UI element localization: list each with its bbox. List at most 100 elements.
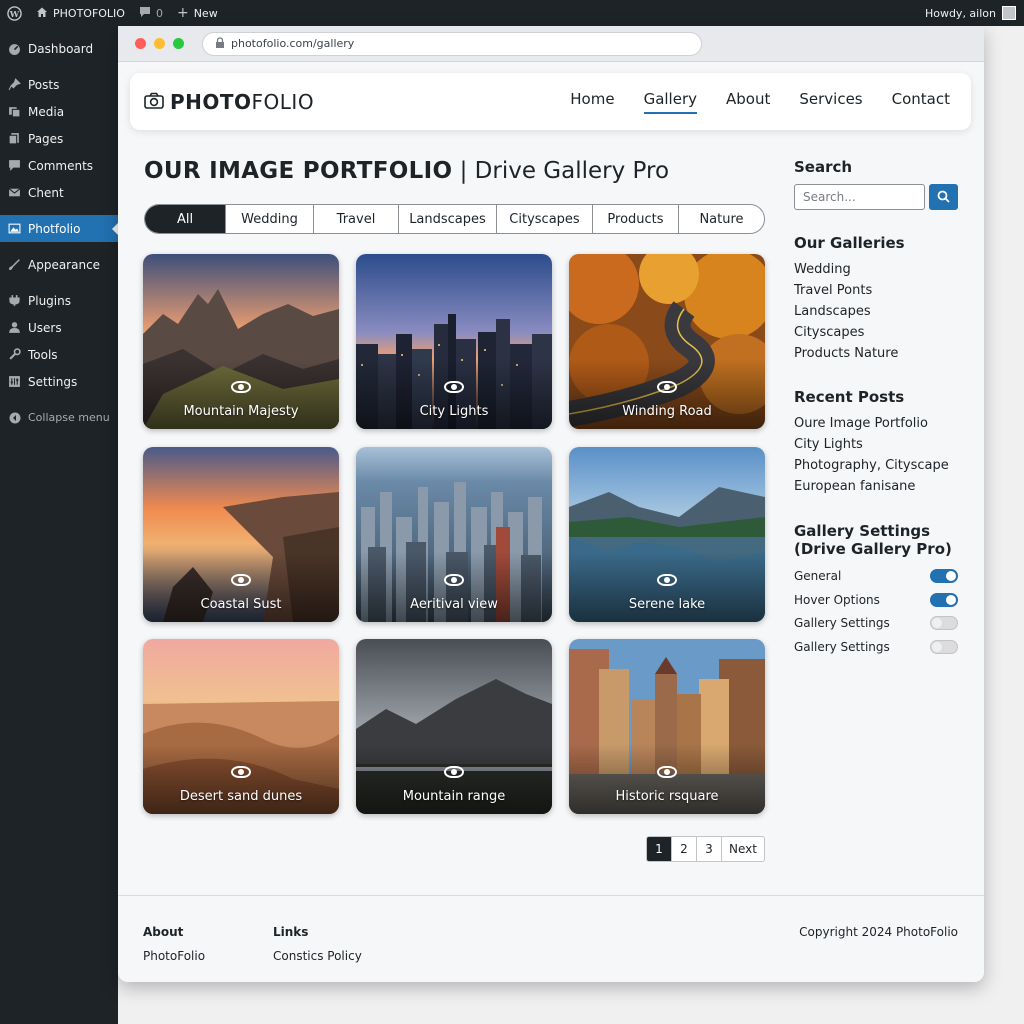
- general-toggle[interactable]: [930, 569, 958, 583]
- menu-item-comments[interactable]: Comments: [0, 152, 118, 179]
- gallery-filter-bar: All Wedding Travel Landscapes Cityscapes…: [144, 204, 765, 234]
- avatar: [1002, 6, 1016, 20]
- gallery-settings-toggle[interactable]: [930, 616, 958, 630]
- admin-bar-new[interactable]: + New: [170, 0, 225, 26]
- pages-icon: [8, 132, 21, 145]
- filter-landscapes[interactable]: Landscapes: [399, 205, 497, 233]
- menu-item-plugins[interactable]: Plugins: [0, 287, 118, 314]
- admin-bar-comments[interactable]: 0: [132, 0, 170, 26]
- address-bar[interactable]: photofolio.com/gallery: [202, 31, 702, 56]
- menu-item-pages[interactable]: Pages: [0, 125, 118, 152]
- page-2-button[interactable]: 2: [672, 837, 697, 861]
- eye-icon[interactable]: [444, 766, 464, 778]
- menu-item-users[interactable]: Users: [0, 314, 118, 341]
- setting-row-gallery-settings: Gallery Settings: [794, 616, 958, 630]
- menu-label: Settings: [28, 374, 78, 389]
- gallery-item-aerial-view[interactable]: Aeritival view: [356, 447, 552, 622]
- recent-post-link[interactable]: Oure Image Portfolio: [794, 413, 949, 434]
- eye-icon[interactable]: [657, 574, 677, 586]
- menu-label: Plugins: [28, 293, 71, 308]
- search-widget-title: Search: [794, 158, 853, 176]
- close-window-button[interactable]: [135, 38, 146, 49]
- filter-cityscapes[interactable]: Cityscapes: [497, 205, 593, 233]
- gallery-item-coastal-sust[interactable]: Coastal Sust: [143, 447, 339, 622]
- filter-wedding[interactable]: Wedding: [226, 205, 314, 233]
- gallery-item-historic-square[interactable]: Historic rsquare: [569, 639, 765, 814]
- site-logo[interactable]: PHOTOFOLIO: [144, 90, 314, 114]
- collapse-menu-button[interactable]: Collapse menu: [0, 404, 118, 431]
- eye-icon[interactable]: [231, 766, 251, 778]
- page-title-subtitle: Drive Gallery Pro: [474, 158, 670, 184]
- gallery-item-city-lights[interactable]: City Lights: [356, 254, 552, 429]
- nav-contact[interactable]: Contact: [892, 90, 950, 114]
- site-footer: About PhotoFolio Links Constics Policy C…: [118, 895, 984, 982]
- camera-icon: [144, 90, 164, 114]
- nav-about[interactable]: About: [726, 90, 770, 114]
- menu-item-media[interactable]: Media: [0, 98, 118, 125]
- footer-policy-link[interactable]: Constics Policy: [273, 944, 362, 968]
- page-3-button[interactable]: 3: [697, 837, 722, 861]
- nav-services[interactable]: Services: [799, 90, 862, 114]
- menu-item-dashboard[interactable]: Dashboard: [0, 35, 118, 62]
- collapse-menu-label: Collapse menu: [28, 411, 110, 424]
- setting-label: Hover Options: [794, 593, 880, 607]
- page-1-button[interactable]: 1: [647, 837, 672, 861]
- admin-bar-account[interactable]: Howdy, ailon: [925, 6, 1024, 20]
- search-button[interactable]: [929, 184, 958, 210]
- menu-item-appearance[interactable]: Appearance: [0, 251, 118, 278]
- gallery-settings-title-line1: Gallery Settings: [794, 522, 931, 540]
- menu-item-settings[interactable]: Settings: [0, 368, 118, 395]
- recent-post-link[interactable]: City Lights: [794, 434, 949, 455]
- wordpress-logo-icon[interactable]: W: [0, 0, 29, 26]
- menu-item-chent[interactable]: Chent: [0, 179, 118, 206]
- gallery-link-landscapes[interactable]: Landscapes: [794, 301, 898, 322]
- eye-icon[interactable]: [231, 381, 251, 393]
- plus-icon: +: [176, 5, 189, 21]
- recent-post-link[interactable]: Photography, Cityscape: [794, 455, 949, 476]
- setting-label: General: [794, 569, 842, 583]
- menu-item-photfolio[interactable]: Photfolio: [0, 215, 118, 242]
- gallery-caption: Desert sand dunes: [179, 789, 303, 804]
- minimize-window-button[interactable]: [154, 38, 165, 49]
- eye-icon[interactable]: [657, 381, 677, 393]
- filter-nature[interactable]: Nature: [679, 205, 764, 233]
- wrench-icon: [8, 348, 21, 361]
- menu-item-tools[interactable]: Tools: [0, 341, 118, 368]
- admin-bar-site-link[interactable]: PHOTOFOLIO: [29, 0, 132, 26]
- filter-travel[interactable]: Travel: [314, 205, 399, 233]
- maximize-window-button[interactable]: [173, 38, 184, 49]
- nav-gallery[interactable]: Gallery: [643, 90, 698, 114]
- eye-icon[interactable]: [444, 381, 464, 393]
- gallery-item-desert-sand-dunes[interactable]: Desert sand dunes: [143, 639, 339, 814]
- gallery-item-serene-lake[interactable]: Serene lake: [569, 447, 765, 622]
- eye-icon[interactable]: [231, 574, 251, 586]
- gallery-item-mountain-range[interactable]: Mountain range: [356, 639, 552, 814]
- gallery-link-products-nature[interactable]: Products Nature: [794, 343, 898, 364]
- gallery-item-winding-road[interactable]: Winding Road: [569, 254, 765, 429]
- search-input[interactable]: Search...: [794, 184, 925, 210]
- gallery-item-mountain-majesty[interactable]: Mountain Majesty: [143, 254, 339, 429]
- gallery-settings-toggle-2[interactable]: [930, 640, 958, 654]
- footer-about-link[interactable]: PhotoFolio: [143, 944, 205, 968]
- filter-products[interactable]: Products: [593, 205, 679, 233]
- eye-icon[interactable]: [444, 574, 464, 586]
- main-nav: Home Gallery About Services Contact: [570, 90, 957, 114]
- page-title-separator: |: [459, 158, 468, 184]
- gallery-settings-widget-title: Gallery Settings (Drive Gallery Pro): [794, 522, 952, 558]
- gallery-link-wedding[interactable]: Wedding: [794, 259, 898, 280]
- url-text: photofolio.com/gallery: [231, 37, 355, 50]
- menu-label: Chent: [28, 185, 64, 200]
- next-page-button[interactable]: Next: [722, 837, 764, 861]
- admin-bar-site-name: PHOTOFOLIO: [53, 6, 125, 20]
- gallery-link-cityscapes[interactable]: Cityscapes: [794, 322, 898, 343]
- eye-icon[interactable]: [657, 766, 677, 778]
- hover-options-toggle[interactable]: [930, 593, 958, 607]
- recent-post-link[interactable]: European fanisane: [794, 476, 949, 497]
- gallery-link-travel[interactable]: Travel Ponts: [794, 280, 898, 301]
- filter-all[interactable]: All: [145, 205, 226, 233]
- menu-item-posts[interactable]: Posts: [0, 71, 118, 98]
- new-label: New: [193, 6, 218, 20]
- gallery-caption: Mountain Majesty: [183, 404, 299, 419]
- nav-home[interactable]: Home: [570, 90, 614, 114]
- gallery-caption: City Lights: [419, 404, 489, 419]
